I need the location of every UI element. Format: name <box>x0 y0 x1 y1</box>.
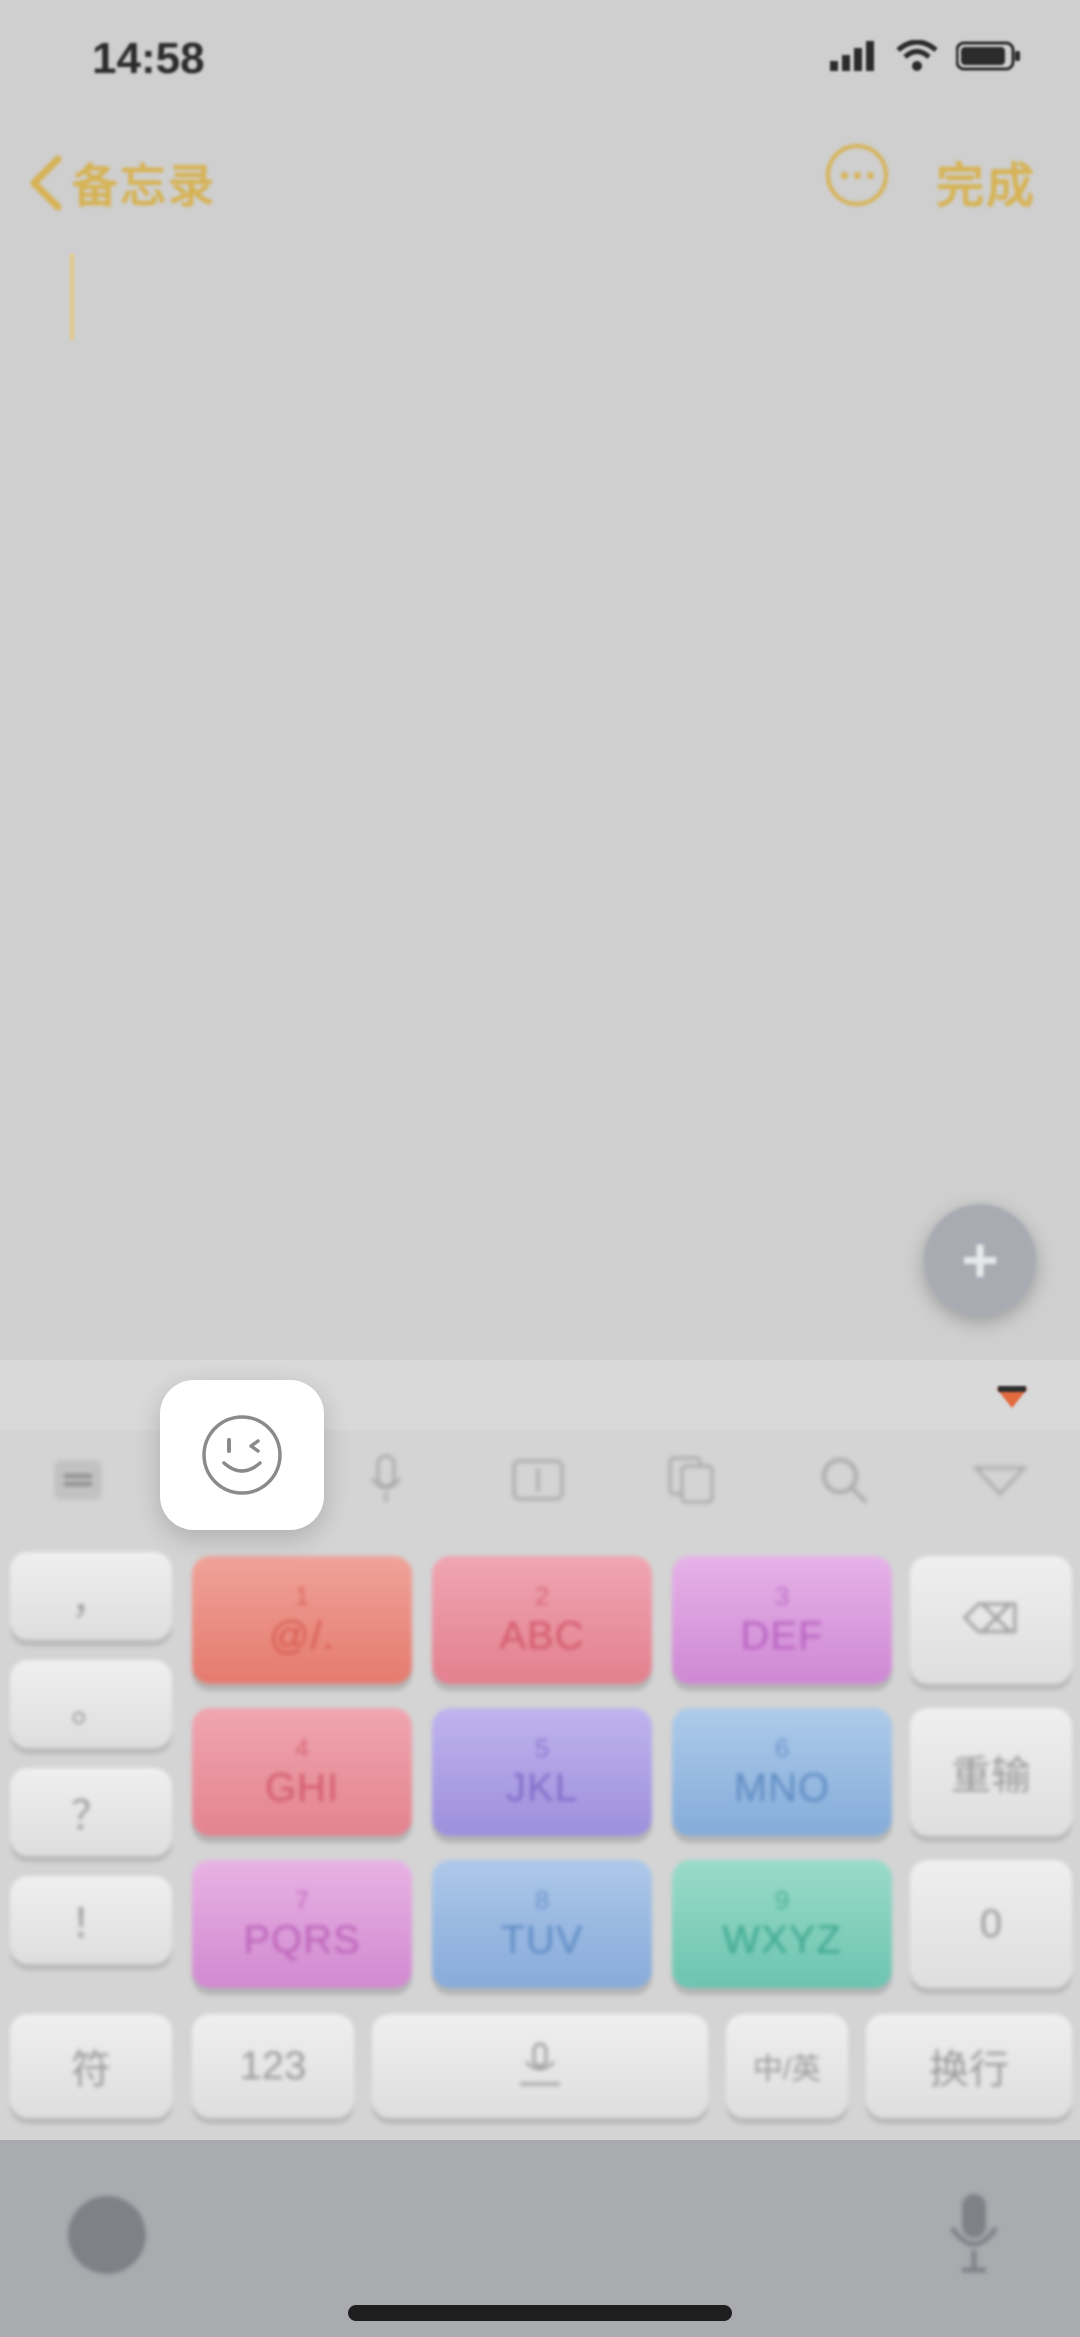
symbol-key[interactable]: 符 <box>10 2014 172 2118</box>
voice-icon[interactable] <box>356 1450 416 1510</box>
punct-key-period[interactable]: 。 <box>10 1660 172 1748</box>
cursor-move-icon[interactable] <box>508 1450 568 1510</box>
globe-icon[interactable] <box>68 2196 146 2274</box>
punct-key-question[interactable]: ？ <box>10 1768 172 1856</box>
status-icons <box>830 40 1022 72</box>
status-time: 14:58 <box>92 34 205 83</box>
return-key[interactable]: 换行 <box>866 2014 1072 2118</box>
text-cursor <box>70 254 74 340</box>
key-4[interactable]: 4 GHI <box>192 1708 412 1836</box>
status-bar: 14:58 <box>0 0 1080 120</box>
skin-icon[interactable] <box>992 1384 1032 1410</box>
key-2[interactable]: 2 ABC <box>432 1556 652 1684</box>
keyboard-switch-icon[interactable] <box>48 1450 108 1510</box>
home-indicator[interactable] <box>348 2305 732 2321</box>
wifi-icon <box>896 40 938 71</box>
back-button[interactable]: 备忘录 <box>28 150 216 216</box>
clipboard-icon[interactable] <box>662 1450 722 1510</box>
punct-key-comma[interactable]: ， <box>10 1552 172 1640</box>
number-switch-key[interactable]: 123 <box>192 2014 354 2118</box>
mic-small-icon <box>520 2042 560 2086</box>
language-switch-key[interactable]: 中/英 <box>726 2014 848 2118</box>
space-key[interactable] <box>372 2014 708 2118</box>
nav-bar: 备忘录 完成 <box>0 120 1080 240</box>
key-7[interactable]: 7 PQRS <box>192 1860 412 1988</box>
delete-key[interactable]: ⌫ <box>910 1556 1072 1684</box>
reenter-key[interactable]: 重输 <box>910 1708 1072 1836</box>
search-icon[interactable] <box>814 1450 874 1510</box>
more-options-button[interactable] <box>826 144 888 206</box>
battery-icon <box>956 41 1020 71</box>
key-5[interactable]: 5 JKL <box>432 1708 652 1836</box>
dot-icon <box>853 171 861 179</box>
dictation-mic-icon[interactable] <box>944 2188 1004 2278</box>
key-3[interactable]: 3 DEF <box>672 1556 892 1684</box>
dot-icon <box>840 171 848 179</box>
chevron-left-icon <box>30 155 62 211</box>
system-keyboard-bar <box>0 2140 1080 2337</box>
key-9[interactable]: 9 WXYZ <box>672 1860 892 1988</box>
punct-key-exclaim[interactable]: ！ <box>10 1876 172 1964</box>
emoji-button[interactable] <box>160 1380 324 1530</box>
backspace-icon: ⌫ <box>962 1598 1020 1642</box>
collapse-keyboard-icon[interactable] <box>970 1450 1030 1510</box>
key-6[interactable]: 6 MNO <box>672 1708 892 1836</box>
wink-face-icon <box>202 1415 282 1495</box>
add-button[interactable]: + <box>924 1204 1036 1316</box>
done-button[interactable]: 完成 <box>936 146 1036 216</box>
plus-icon: + <box>961 1224 999 1296</box>
back-label: 备忘录 <box>72 160 216 212</box>
dot-icon <box>866 171 874 179</box>
signal-icon <box>830 41 874 71</box>
key-1[interactable]: 1 @/. <box>192 1556 412 1684</box>
key-8[interactable]: 8 TUV <box>432 1860 652 1988</box>
zero-key[interactable]: 0 <box>910 1860 1072 1988</box>
